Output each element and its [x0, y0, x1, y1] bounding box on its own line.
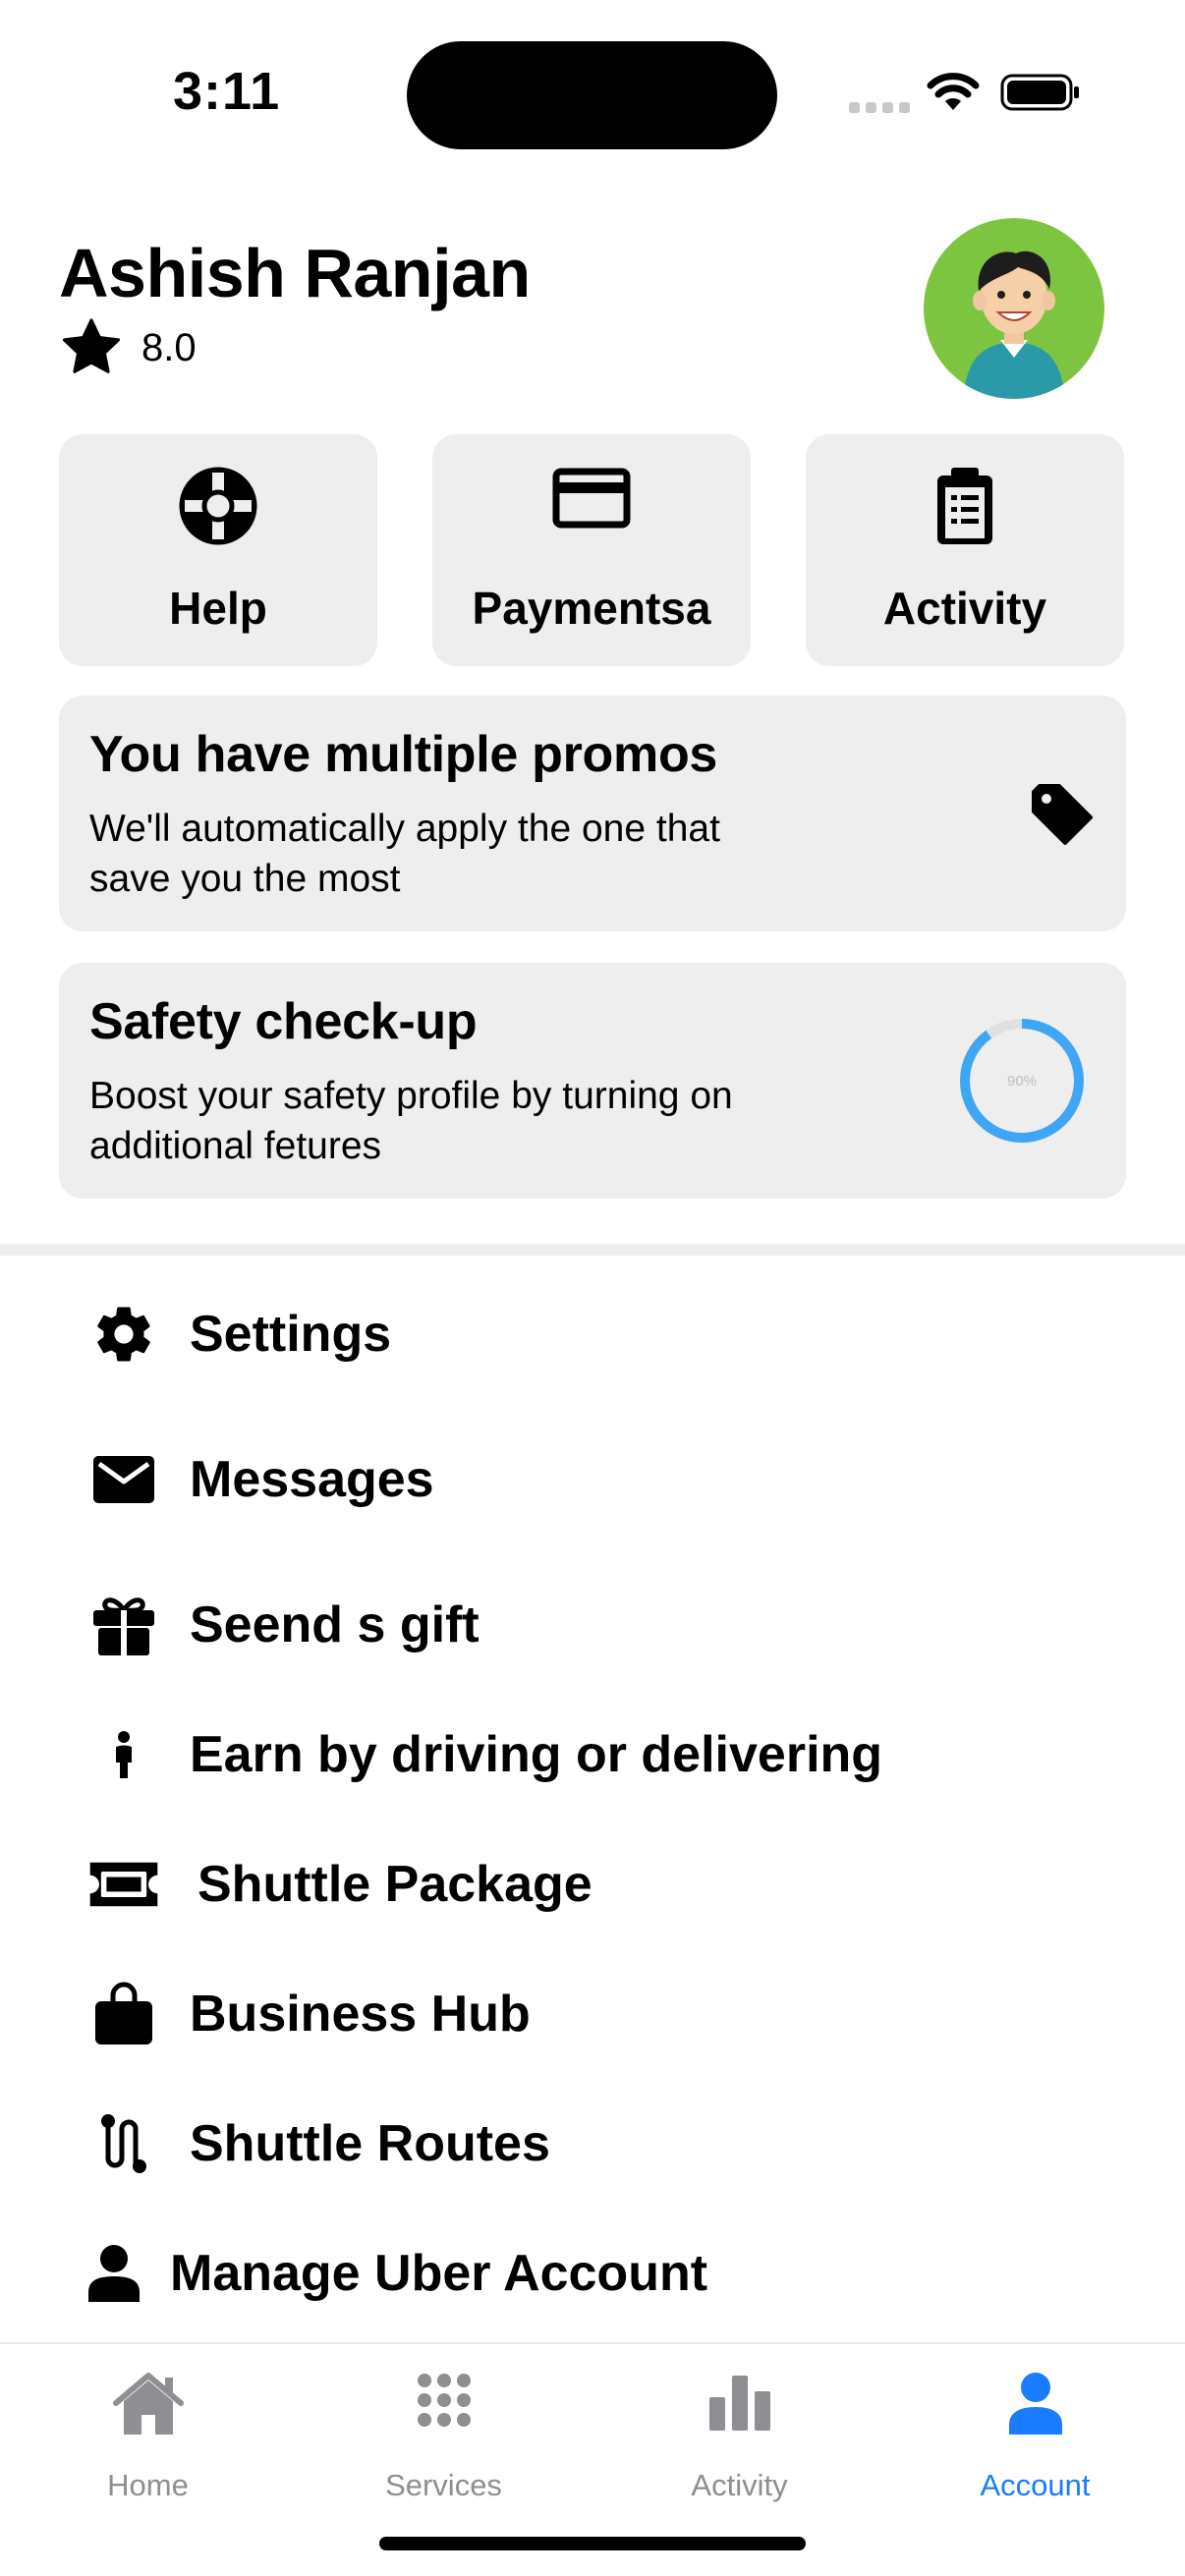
user-avatar-icon	[963, 251, 1065, 399]
menu-item-business-hub[interactable]: Business Hub	[0, 1965, 1185, 2063]
help-tile[interactable]: Help	[59, 434, 377, 666]
tab-label-home: Home	[107, 2468, 189, 2502]
menu-item-manage-account[interactable]: Manage Uber Account	[0, 2224, 1185, 2323]
clipboard-icon	[937, 468, 992, 544]
star-icon	[62, 318, 121, 373]
payments-tile[interactable]: Paymentsa	[432, 434, 751, 666]
safety-description: Boost your safety profile by turning on …	[89, 1075, 733, 1167]
envelope-icon	[93, 1456, 154, 1503]
status-time: 3:11	[173, 62, 281, 121]
user-name: Ashish Ranjan	[59, 235, 531, 311]
tab-label-account: Account	[980, 2468, 1091, 2502]
payments-label: Paymentsa	[472, 583, 711, 634]
menu-label-shuttle-routes: Shuttle Routes	[190, 2115, 550, 2172]
menu-label-earn: Earn by driving or delivering	[190, 1726, 883, 1783]
safety-card[interactable]: Safety check-up Boost your safety profil…	[59, 963, 1126, 1199]
help-label: Help	[169, 583, 267, 634]
avatar[interactable]	[924, 218, 1104, 399]
person-circle-icon	[1008, 2373, 1062, 2435]
wifi-icon	[927, 73, 980, 110]
tab-activity[interactable]: Activity	[592, 2362, 887, 2502]
route-icon	[101, 2114, 146, 2173]
cellular-signal-icon	[849, 102, 910, 113]
credit-card-icon	[552, 468, 631, 529]
menu-label-messages: Messages	[190, 1451, 434, 1508]
dynamic-island	[407, 41, 777, 149]
activity-label: Activity	[882, 583, 1047, 634]
tab-account[interactable]: Account	[887, 2362, 1183, 2502]
menu-item-settings[interactable]: Settings	[0, 1285, 1185, 1383]
tag-icon	[1032, 784, 1093, 845]
ticket-icon	[89, 1862, 158, 1907]
promo-description: We'll automatically apply the one that s…	[89, 808, 720, 900]
menu-item-gift[interactable]: Seend s gift	[0, 1576, 1185, 1674]
menu-label-settings: Settings	[190, 1306, 392, 1363]
menu-label-shuttle-package: Shuttle Package	[198, 1856, 592, 1913]
tab-label-services: Services	[385, 2468, 502, 2502]
menu-label-business-hub: Business Hub	[190, 1986, 531, 2043]
rating-value: 8.0	[141, 325, 197, 369]
promo-card[interactable]: You have multiple promos We'll automatic…	[59, 696, 1126, 931]
lifebuoy-icon	[179, 467, 257, 545]
gear-icon	[97, 1307, 150, 1362]
tab-services[interactable]: Services	[296, 2362, 592, 2502]
status-bar: 3:11	[0, 0, 1185, 187]
battery-icon	[1000, 74, 1079, 111]
menu-item-shuttle-routes[interactable]: Shuttle Routes	[0, 2095, 1185, 2193]
promo-title: You have multiple promos	[89, 726, 718, 783]
menu-item-shuttle-package[interactable]: Shuttle Package	[0, 1835, 1185, 1933]
tab-label-activity: Activity	[691, 2468, 788, 2502]
house-icon	[112, 2373, 184, 2435]
menu-item-earn[interactable]: Earn by driving or delivering	[0, 1706, 1185, 1804]
menu-label-gift: Seend s gift	[190, 1596, 480, 1653]
progress-ring: 90%	[960, 1019, 1084, 1143]
tab-home[interactable]: Home	[0, 2362, 296, 2502]
briefcase-icon	[95, 1982, 152, 2044]
grid-dots-icon	[417, 2374, 471, 2427]
progress-label: 90%	[1007, 1073, 1037, 1090]
activity-tile[interactable]: Activity	[806, 434, 1124, 666]
safety-title: Safety check-up	[89, 993, 478, 1050]
home-indicator	[379, 2537, 806, 2550]
menu-item-messages[interactable]: Messages	[0, 1430, 1185, 1529]
account-icon	[88, 2245, 140, 2302]
gift-icon	[93, 1597, 154, 1655]
rating: 8.0	[59, 316, 197, 379]
menu-label-manage-account: Manage Uber Account	[170, 2245, 708, 2302]
bar-chart-icon	[708, 2376, 770, 2431]
person-icon	[116, 1731, 132, 1778]
section-divider	[0, 1244, 1185, 1256]
